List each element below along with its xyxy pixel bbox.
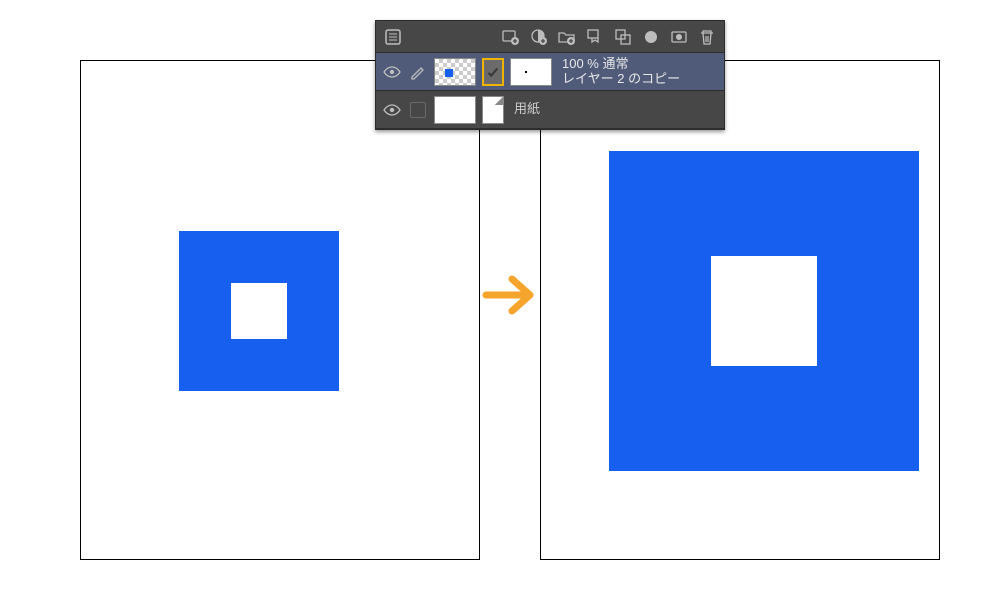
layer-name-label: 用紙 xyxy=(514,102,718,117)
transfer-down-icon[interactable] xyxy=(584,26,606,48)
layer-info: 用紙 xyxy=(510,102,718,117)
new-folder-icon[interactable] xyxy=(556,26,578,48)
layer-mask-thumbnail[interactable] xyxy=(482,58,504,86)
layer-name-label: レイヤー 2 のコピー xyxy=(562,72,718,87)
layer-row-copy[interactable]: 100 % 通常 レイヤー 2 のコピー xyxy=(376,53,724,91)
canvas-after xyxy=(540,60,940,560)
new-layer-icon[interactable] xyxy=(500,26,522,48)
panel-menu-icon[interactable] xyxy=(382,26,404,48)
arrow-icon xyxy=(480,270,540,320)
layer-row-paper[interactable]: 用紙 xyxy=(376,91,724,129)
layer-thumbnail[interactable] xyxy=(434,58,476,86)
new-correction-layer-icon[interactable] xyxy=(528,26,550,48)
visibility-toggle[interactable] xyxy=(382,62,402,82)
delete-layer-icon[interactable] xyxy=(696,26,718,48)
layers-panel: 100 % 通常 レイヤー 2 のコピー 用紙 xyxy=(375,20,725,130)
edit-toggle[interactable] xyxy=(408,100,428,120)
visibility-toggle[interactable] xyxy=(382,100,402,120)
white-hole-small xyxy=(231,283,287,339)
merge-layers-icon[interactable] xyxy=(612,26,634,48)
canvas-before xyxy=(80,60,480,560)
white-hole-large xyxy=(711,256,817,366)
layer-thumbnail[interactable] xyxy=(434,96,476,124)
edit-toggle[interactable] xyxy=(408,62,428,82)
layer-info: 100 % 通常 レイヤー 2 のコピー xyxy=(558,57,718,87)
mask-icon[interactable] xyxy=(640,26,662,48)
paper-icon xyxy=(482,96,504,124)
layer-opacity-label: 100 % 通常 xyxy=(562,57,718,72)
mask-content-thumbnail[interactable] xyxy=(510,58,552,86)
layers-toolbar xyxy=(376,21,724,53)
apply-mask-icon[interactable] xyxy=(668,26,690,48)
